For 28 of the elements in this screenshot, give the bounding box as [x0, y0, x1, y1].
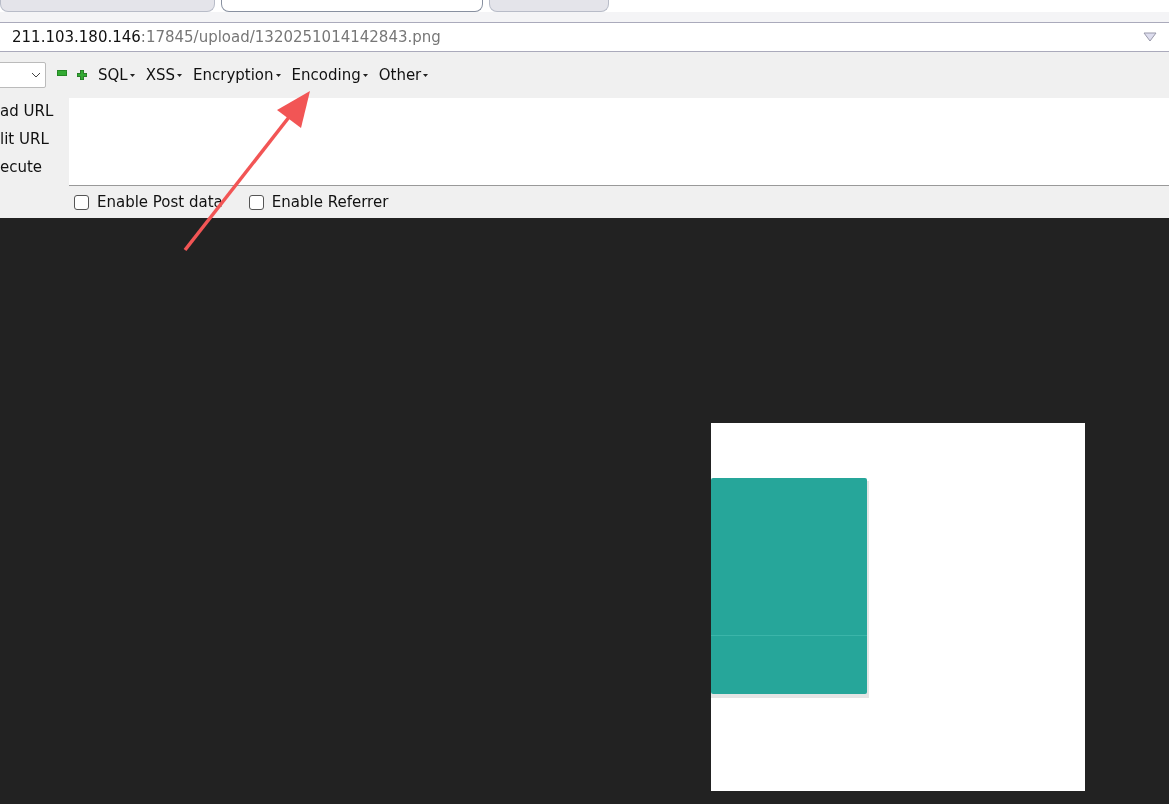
menu-button[interactable]: XSS — [145, 66, 182, 84]
caret-icon — [177, 73, 182, 77]
url-path: :17845/upload/1320251014142843.png — [140, 28, 441, 46]
caret-icon — [275, 73, 281, 77]
action-link[interactable]: ecute — [0, 156, 69, 178]
browser-tab[interactable] — [0, 0, 215, 12]
action-link[interactable]: lit URL — [0, 128, 69, 150]
checkbox[interactable] — [248, 194, 264, 210]
menu-button[interactable]: SQL — [98, 66, 135, 84]
select-field[interactable] — [0, 62, 46, 88]
menu-button[interactable]: Other — [378, 66, 429, 84]
caret-icon — [423, 73, 429, 77]
address-bar[interactable]: 211.103.180.146:17845/upload/1320251014142843.png — [0, 23, 1169, 52]
browser-tab[interactable] — [221, 0, 483, 12]
dropdown-icon[interactable] — [1143, 32, 1157, 42]
browser-tab[interactable] — [489, 0, 609, 12]
plus-icon[interactable] — [77, 70, 87, 80]
caret-icon — [129, 73, 135, 77]
menu-button[interactable]: Encoding — [291, 66, 368, 84]
checkbox[interactable] — [74, 194, 89, 210]
url-host: 211.103.180.146 — [12, 28, 141, 46]
action-link[interactable]: ad URL — [0, 100, 69, 122]
chevron-icon — [31, 72, 41, 78]
url-textarea[interactable] — [69, 98, 1169, 186]
checkbox-label: Enable Referrer — [271, 193, 389, 211]
caret-icon — [362, 73, 368, 77]
minus-icon[interactable] — [57, 70, 67, 76]
menu-button[interactable]: Encryption — [193, 66, 281, 84]
